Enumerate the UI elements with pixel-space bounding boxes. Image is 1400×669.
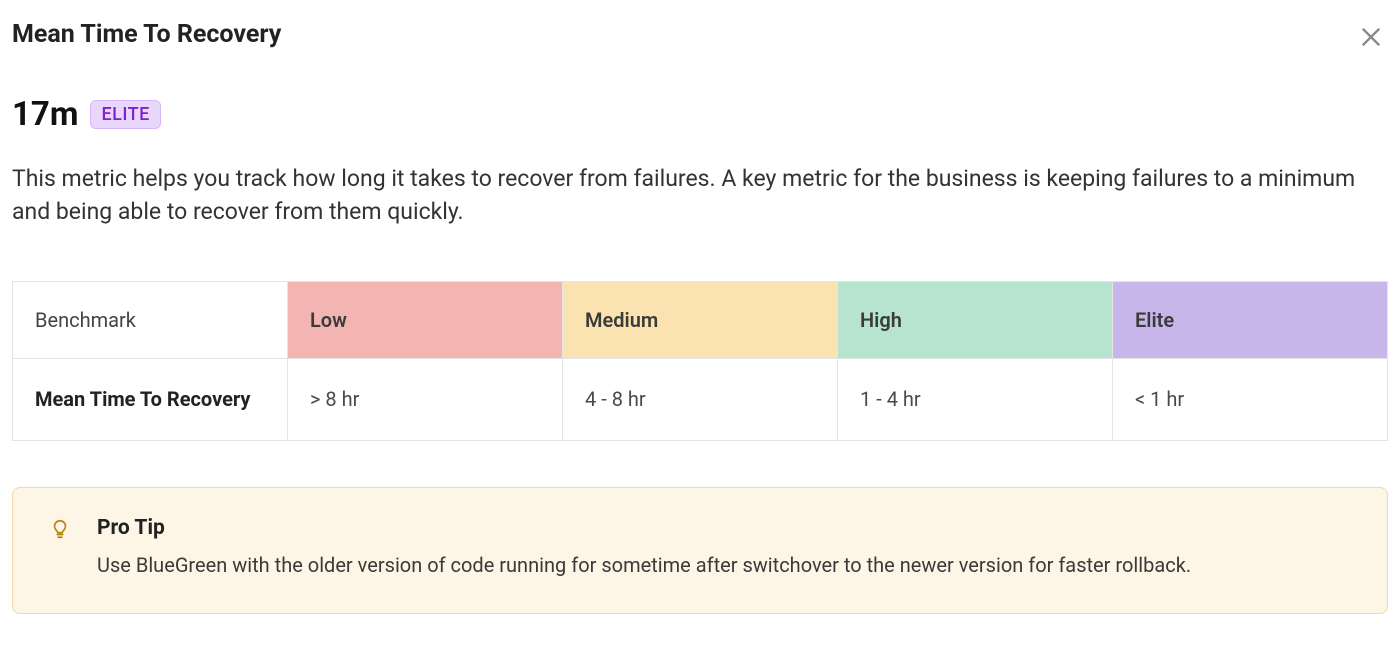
- lightbulb-icon: [49, 518, 71, 544]
- benchmark-cell-low: > 8 hr: [288, 358, 563, 440]
- table-row: Mean Time To Recovery > 8 hr 4 - 8 hr 1 …: [13, 358, 1388, 440]
- benchmark-header-medium: Medium: [563, 281, 838, 358]
- metric-description: This metric helps you track how long it …: [12, 162, 1388, 229]
- pro-tip-callout: Pro Tip Use BlueGreen with the older ver…: [12, 487, 1388, 614]
- pro-tip-title: Pro Tip: [97, 516, 1351, 540]
- page-title: Mean Time To Recovery: [12, 20, 281, 49]
- metric-badge: ELITE: [90, 100, 160, 129]
- benchmark-header-label: Benchmark: [13, 281, 288, 358]
- benchmark-header-high: High: [838, 281, 1113, 358]
- benchmark-cell-high: 1 - 4 hr: [838, 358, 1113, 440]
- benchmark-cell-elite: < 1 hr: [1113, 358, 1388, 440]
- benchmark-row-metric-name: Mean Time To Recovery: [13, 358, 288, 440]
- benchmark-cell-medium: 4 - 8 hr: [563, 358, 838, 440]
- benchmark-header-elite: Elite: [1113, 281, 1388, 358]
- benchmark-header-low: Low: [288, 281, 563, 358]
- pro-tip-body: Use BlueGreen with the older version of …: [97, 550, 1351, 581]
- benchmark-table: Benchmark Low Medium High Elite Mean Tim…: [12, 281, 1388, 441]
- close-button[interactable]: [1354, 20, 1388, 57]
- table-header-row: Benchmark Low Medium High Elite: [13, 281, 1388, 358]
- metric-value: 17m: [12, 95, 78, 134]
- close-icon: [1358, 24, 1384, 53]
